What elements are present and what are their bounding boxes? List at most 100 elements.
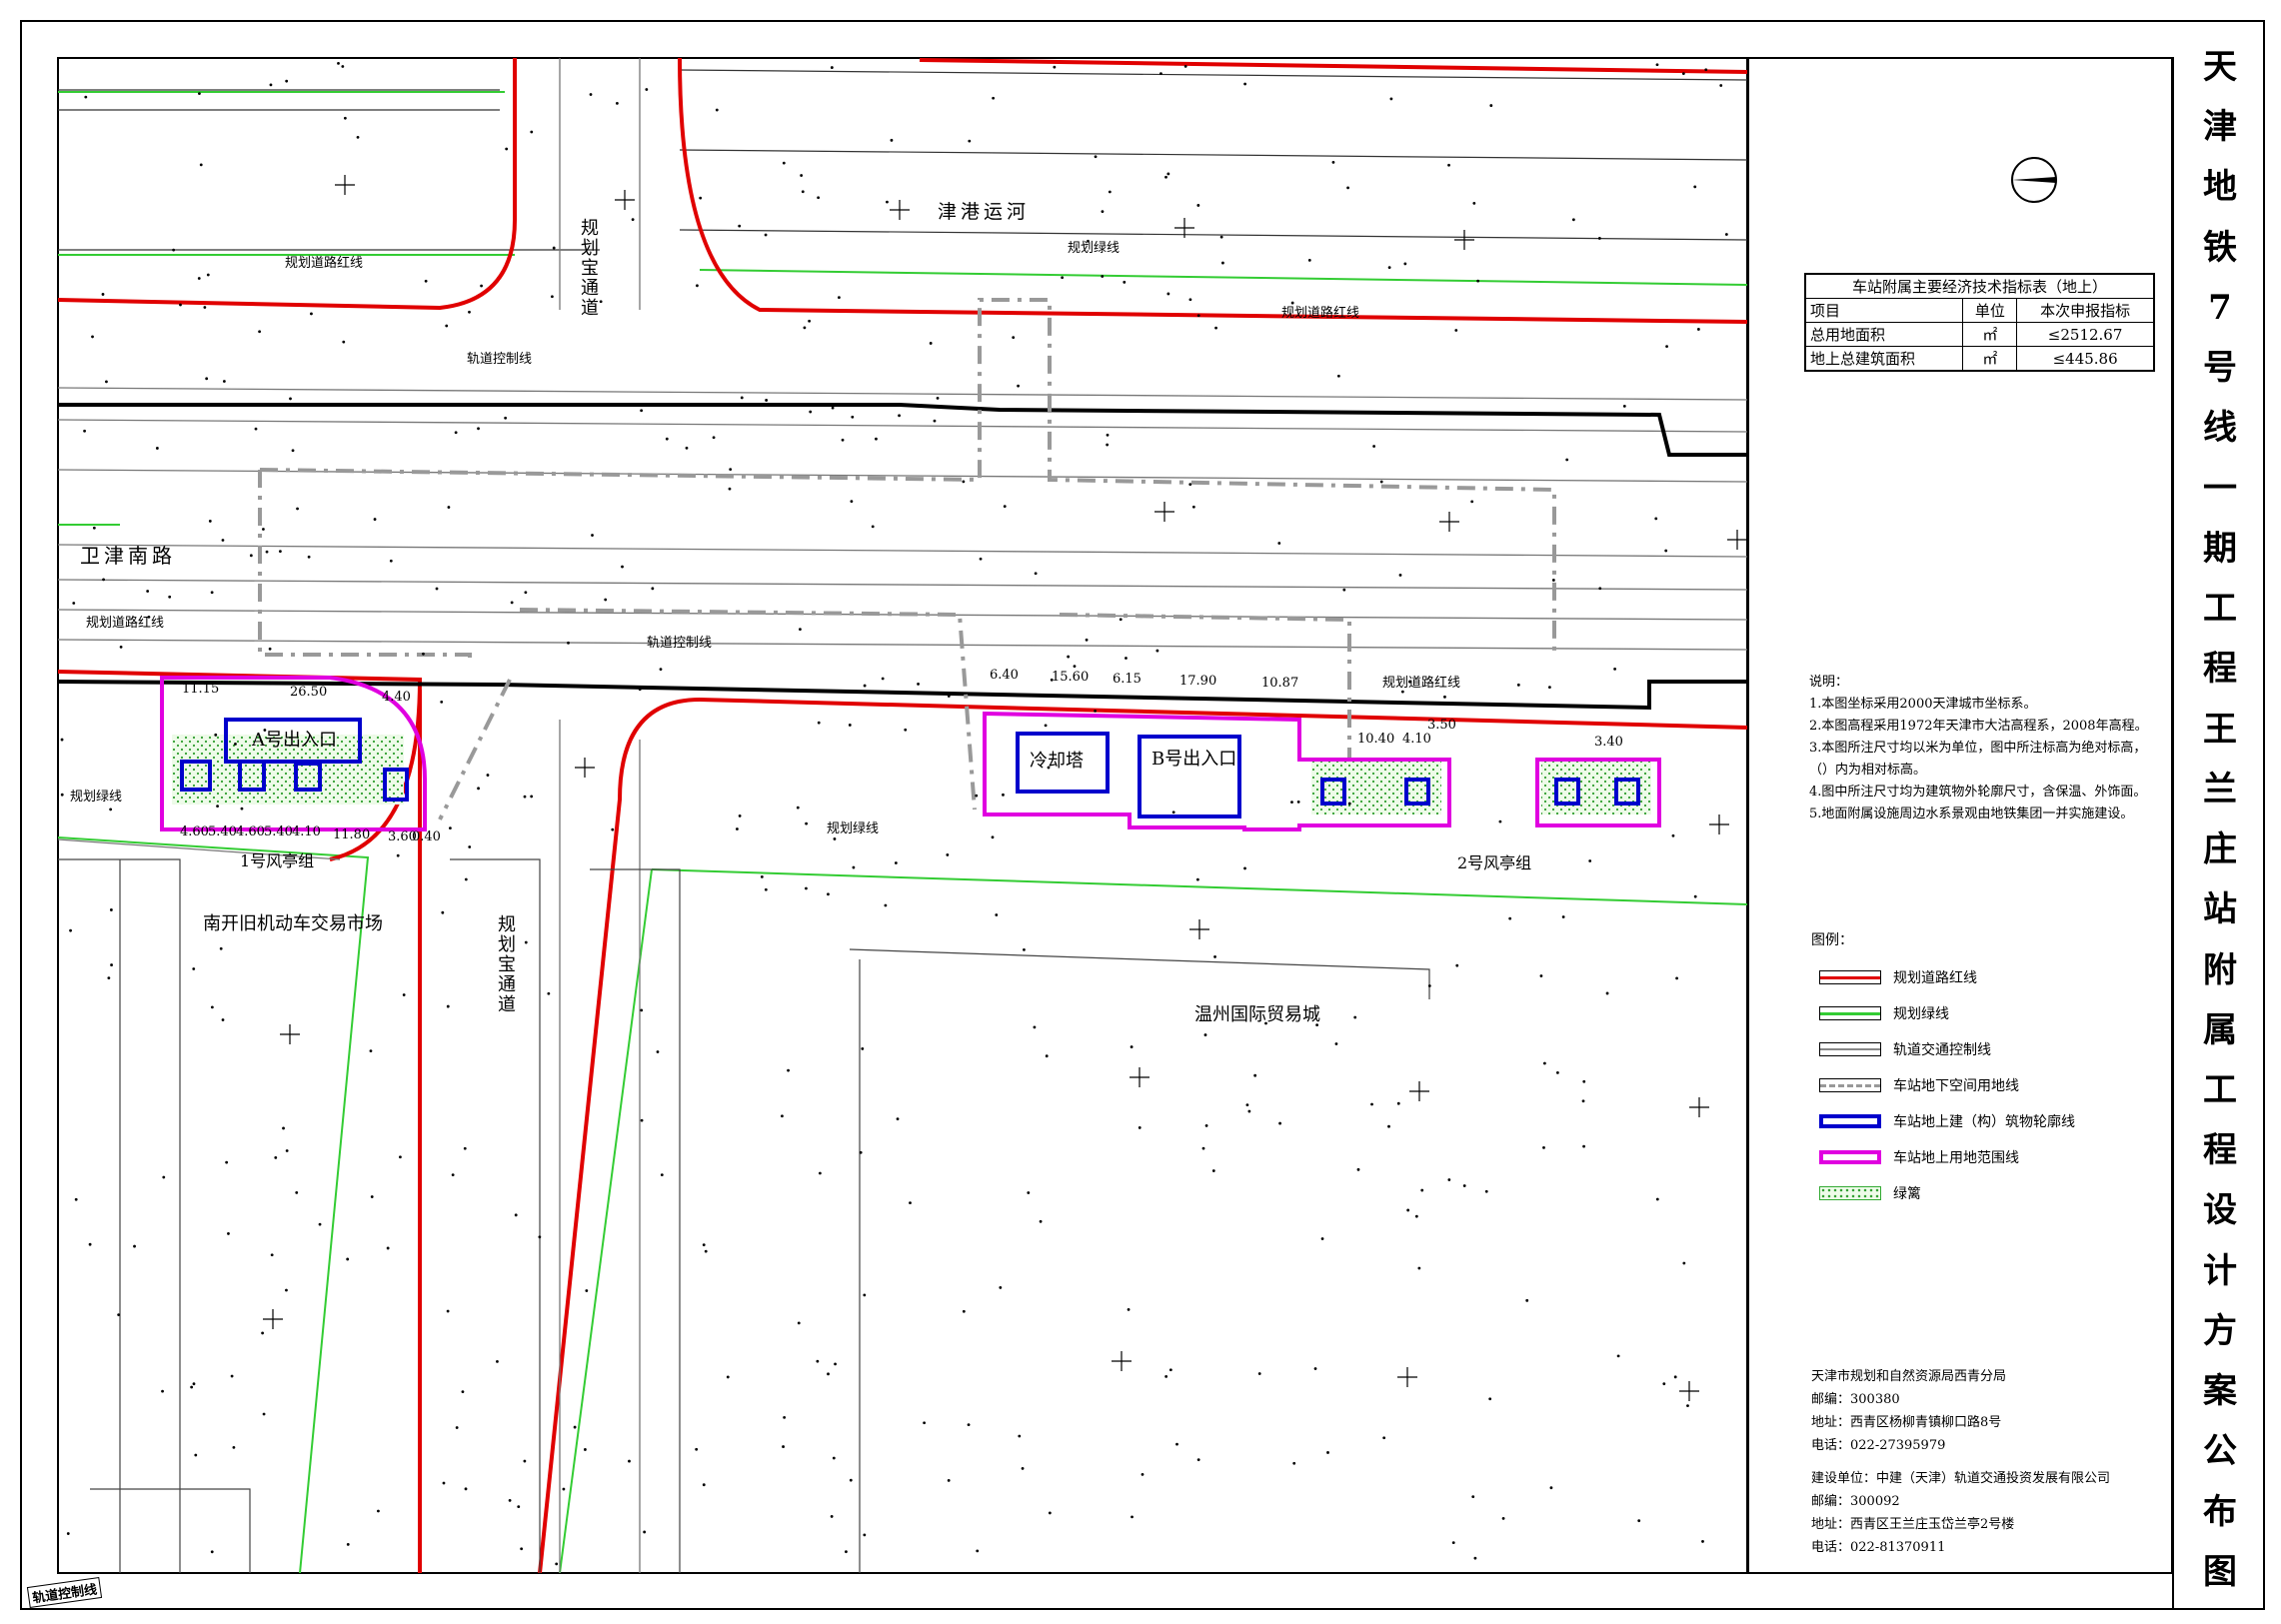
map-dot [1342, 588, 1346, 592]
dim-label: 26.50 [290, 685, 328, 700]
label-river: 津港运河 [938, 201, 1031, 223]
map-dot [845, 1550, 848, 1554]
map-dot [523, 795, 527, 799]
map-dot [849, 1478, 853, 1482]
map-dot [621, 565, 624, 569]
map-dot [1138, 1126, 1141, 1129]
map-dot [729, 468, 733, 472]
map-dot [863, 1533, 867, 1537]
map-dot [1547, 686, 1551, 690]
map-dot [1664, 549, 1668, 553]
note-item: 5.地面附属设施周边水系景观由地铁集团一并实施建设。 [1809, 807, 2134, 821]
map-dot [1094, 709, 1097, 713]
map-dot [995, 913, 999, 916]
map-dot [861, 1047, 865, 1050]
map-dot [1551, 579, 1555, 582]
map-dot [225, 1160, 229, 1164]
map-dot [787, 1068, 790, 1072]
map-dot [1346, 186, 1349, 190]
map-dot [274, 1155, 278, 1159]
label-vent-group-1: 1号风亭组 [240, 851, 315, 870]
label-green-line-3: 规划绿线 [827, 821, 880, 836]
map-dot [1665, 345, 1668, 349]
map-dot [219, 946, 223, 950]
map-dot [307, 555, 311, 559]
notes-block: 说明： 1.本图坐标采用2000天津城市坐标系。 2.本图高程采用1972年天津… [1809, 672, 2148, 825]
map-dot [1400, 690, 1404, 694]
indicator-header-value: 本次申报指标 [2016, 298, 2155, 323]
map-dot [1696, 328, 1700, 331]
table-cell: 地上总建筑面积 [1804, 346, 1964, 372]
map-dot [214, 733, 218, 737]
map-dot [524, 940, 528, 944]
title-glyph: 铁 [2203, 227, 2237, 268]
map-dot [230, 1374, 234, 1378]
map-dot [504, 416, 508, 420]
map-dot [817, 721, 821, 725]
map-dot [291, 449, 295, 453]
map-dot [1191, 505, 1195, 509]
title-glyph: 一 [2203, 468, 2237, 509]
map-dot [760, 874, 764, 878]
info-org: 天津市规划和自然资源局西青分局 [1811, 1369, 2007, 1384]
map-dot [1488, 1397, 1492, 1401]
map-dot [1221, 261, 1224, 265]
map-dot [60, 738, 64, 742]
map-dot [1188, 483, 1192, 487]
label-red-line-3: 规划道路红线 [86, 616, 165, 631]
map-dot [1085, 638, 1089, 642]
legend-label: 规划绿线 [1893, 1006, 1949, 1022]
map-dot [1605, 991, 1609, 995]
map-dot [936, 396, 940, 400]
label-green-line-2: 规划绿线 [70, 790, 123, 805]
legend-item: 绿篱 [1819, 1175, 2075, 1211]
map-dot [696, 284, 699, 288]
map-dot [84, 95, 88, 99]
map-dot [1561, 915, 1565, 918]
map-dot [107, 976, 111, 980]
map-dot [1166, 172, 1170, 176]
map-dot [1387, 266, 1391, 270]
map-dot [547, 991, 551, 995]
title-glyph: 方 [2203, 1310, 2237, 1351]
map-dot [221, 539, 225, 542]
map-dot [161, 1389, 164, 1393]
map-dot [1023, 947, 1026, 951]
map-dot [1012, 336, 1016, 340]
map-dot [1021, 1466, 1025, 1470]
map-dot [399, 1155, 402, 1159]
title-glyph: 天 [2203, 47, 2237, 87]
map-dot [60, 793, 64, 797]
map-dot [343, 116, 347, 120]
label-red-line-1: 规划道路红线 [285, 256, 364, 271]
map-dot [1201, 1146, 1205, 1150]
map-dot [1196, 314, 1200, 318]
map-dot [831, 406, 835, 410]
map-dot [1382, 1436, 1386, 1440]
map-dot [890, 138, 894, 142]
map-dot [1106, 433, 1110, 437]
label-green-line-1: 规划绿线 [1068, 241, 1121, 256]
map-dot [702, 1483, 706, 1487]
map-dot [477, 787, 480, 791]
note-item: 2.本图高程采用1972年天津市大沽高程系，2008年高程。 [1809, 719, 2148, 734]
map-dot [1073, 665, 1077, 669]
map-dot [461, 1390, 465, 1394]
dim-label: 0.40 [412, 829, 441, 844]
map-dot [468, 310, 471, 314]
map-dot [947, 1478, 951, 1482]
map-dot [356, 135, 360, 139]
note-item: （）内为相对标高。 [1809, 763, 1927, 778]
info-builder: 建设单位：中建（天津）轨道交通投资发展有限公司 [1811, 1471, 2111, 1486]
map-dot [227, 1232, 230, 1235]
map-dot [615, 101, 619, 105]
map-dot [833, 837, 837, 840]
map-dot [1296, 801, 1300, 804]
map-dot [192, 1382, 196, 1386]
map-dot [1243, 866, 1246, 870]
map-dot [917, 683, 920, 686]
title-glyph: 地 [2203, 167, 2237, 208]
map-dot [1470, 500, 1474, 504]
map-dot [1565, 458, 1569, 462]
map-dot [463, 1146, 467, 1150]
